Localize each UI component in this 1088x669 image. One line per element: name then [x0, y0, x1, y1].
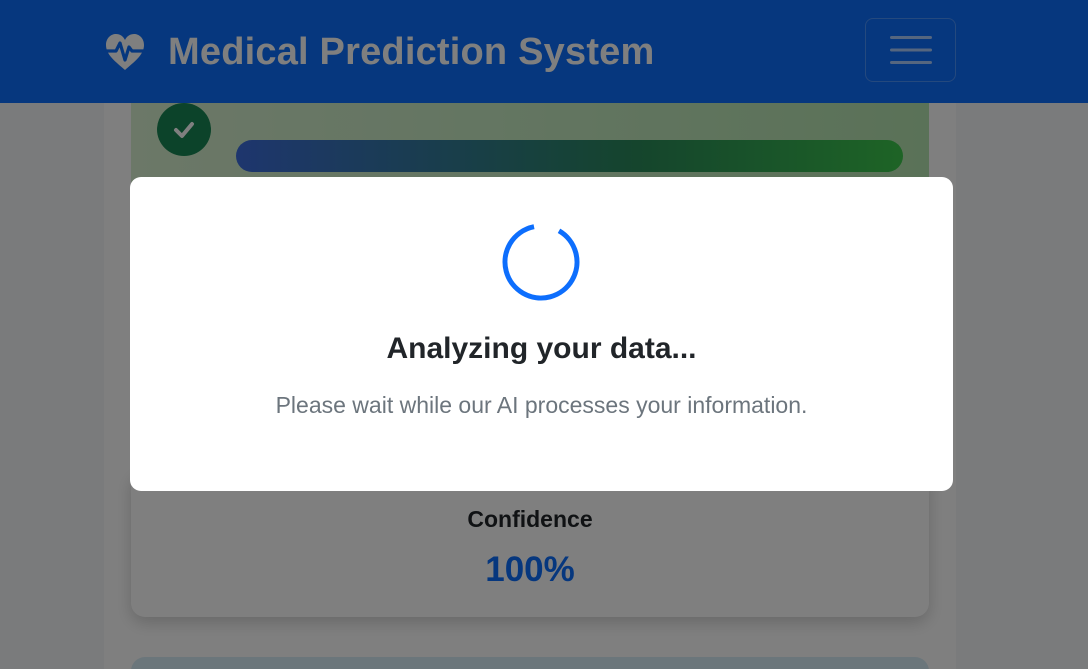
loading-spinner-icon: [502, 223, 580, 301]
modal-message: Please wait while our AI processes your …: [275, 392, 808, 418]
modal-title: Analyzing your data...: [386, 332, 697, 365]
loading-modal: Analyzing your data... Please wait while…: [130, 177, 953, 491]
